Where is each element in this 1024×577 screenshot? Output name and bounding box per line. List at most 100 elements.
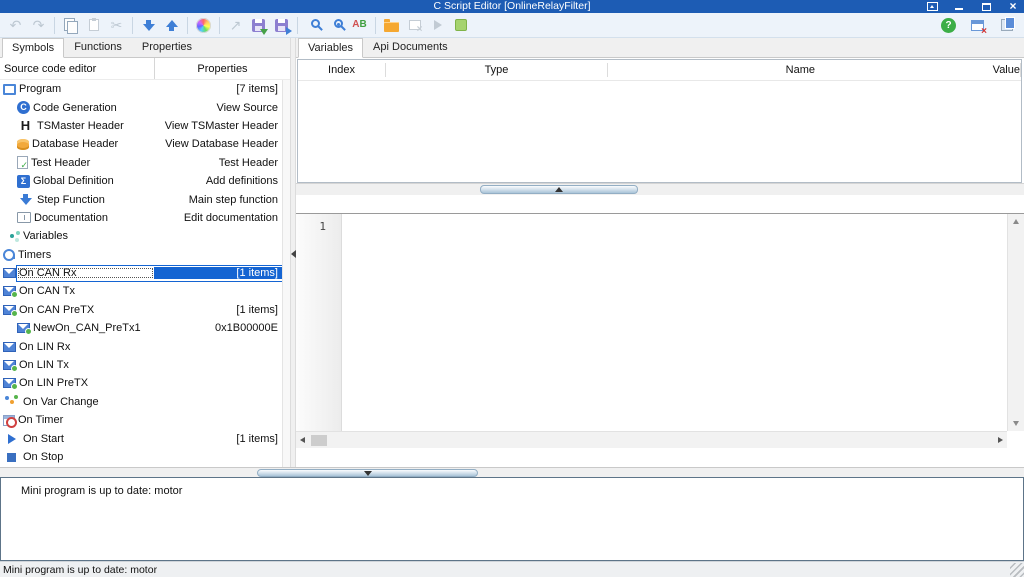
tree-row[interactable]: NewOn_CAN_PreTx1 0x1B00000E xyxy=(0,319,283,337)
tree-item-value[interactable]: View Database Header xyxy=(154,138,282,150)
tree-row[interactable]: Code Generation View Source xyxy=(0,98,283,116)
run-button[interactable] xyxy=(426,15,449,36)
table-column-header[interactable]: Name xyxy=(608,63,993,77)
tree-row[interactable]: On LIN Tx xyxy=(0,356,283,374)
clear-editor-button[interactable] xyxy=(403,15,426,36)
editor-horizontal-scrollbar[interactable] xyxy=(296,431,1007,448)
tree-item-value[interactable]: View TSMaster Header xyxy=(154,120,282,132)
search-view-icon xyxy=(333,19,343,28)
tree-item-value[interactable]: Main step function xyxy=(154,194,282,206)
on-can-rx-icon xyxy=(3,268,16,279)
scrollbar-thumb[interactable] xyxy=(311,434,327,446)
tree-row[interactable]: On LIN PreTX xyxy=(0,374,283,392)
tree-row[interactable]: On Timer xyxy=(0,411,283,429)
message-splitter[interactable] xyxy=(0,467,1024,477)
title-bar: C Script Editor [OnlineRelayFilter] xyxy=(0,0,1024,13)
move-up-button[interactable] xyxy=(160,15,183,36)
tree-item-label: Program xyxy=(19,83,62,96)
table-column-header[interactable]: Type xyxy=(386,63,608,77)
on-can-tx-icon xyxy=(3,286,18,299)
tree-item-value[interactable]: View Source xyxy=(154,102,282,114)
tree-item-label: Code Generation xyxy=(33,101,117,114)
tree-row[interactable]: On Stop xyxy=(0,448,283,466)
message-text: Mini program is up to date: motor xyxy=(21,485,183,497)
help-button[interactable] xyxy=(937,15,960,36)
dock-button[interactable] xyxy=(925,1,939,12)
code-content[interactable] xyxy=(342,214,1024,448)
table-column-header[interactable]: Value xyxy=(993,63,1021,77)
tree-item-value[interactable]: Edit documentation xyxy=(154,212,282,224)
tree-row[interactable]: On CAN Rx [1 items] xyxy=(0,264,283,282)
paste-button[interactable] xyxy=(82,15,105,36)
save-as-button[interactable] xyxy=(270,15,293,36)
resize-grip-icon[interactable] xyxy=(1010,563,1024,577)
tree-row[interactable]: On Start [1 items] xyxy=(0,429,283,447)
run-icon xyxy=(433,20,442,30)
scroll-down-icon[interactable] xyxy=(1013,421,1019,426)
tree-item-value[interactable]: 0x1B00000E xyxy=(154,322,282,334)
left-tab[interactable]: Functions xyxy=(64,38,132,57)
tree-row[interactable]: Global Definition Add definitions xyxy=(0,172,283,190)
code-editor[interactable]: 1 xyxy=(296,213,1024,448)
tree-row[interactable]: Documentation Edit documentation xyxy=(0,209,283,227)
tree-item-value[interactable]: [1 items] xyxy=(154,433,282,445)
tree-row[interactable]: TSMaster Header View TSMaster Header xyxy=(0,117,283,135)
tree-item-label: On LIN Tx xyxy=(19,359,69,372)
close-button[interactable] xyxy=(1006,1,1020,12)
status-bar: Mini program is up to date: motor xyxy=(0,561,1024,577)
tree-item-value[interactable]: [1 items] xyxy=(154,304,282,316)
close-window-button[interactable] xyxy=(966,15,989,37)
tree-row[interactable]: Step Function Main step function xyxy=(0,190,283,208)
move-down-button[interactable] xyxy=(137,15,160,36)
window-layout-button[interactable] xyxy=(995,15,1018,36)
redo-button[interactable]: ↷ xyxy=(27,15,50,36)
tree-row[interactable]: On CAN Tx xyxy=(0,282,283,300)
copy-button[interactable] xyxy=(59,15,82,36)
tree-row[interactable]: On CAN PreTX [1 items] xyxy=(0,301,283,319)
column-properties[interactable]: Properties xyxy=(155,63,290,75)
scroll-right-icon[interactable] xyxy=(998,437,1003,443)
table-column-header[interactable]: Index xyxy=(298,63,386,77)
right-tab[interactable]: Variables xyxy=(298,38,364,58)
tree-item-value[interactable]: [7 items] xyxy=(154,83,282,95)
export-icon: ↗ xyxy=(229,17,242,33)
scroll-left-icon[interactable] xyxy=(300,437,305,443)
splitter-handle[interactable] xyxy=(257,469,478,477)
tree-row[interactable]: Database Header View Database Header xyxy=(0,135,283,153)
find-button[interactable] xyxy=(302,15,325,36)
find-in-view-button[interactable] xyxy=(325,15,348,36)
cut-button[interactable]: ✂ xyxy=(105,15,128,36)
export-button[interactable]: ↗ xyxy=(224,15,247,36)
tree-row[interactable]: Timers xyxy=(0,246,283,264)
editor-vertical-scrollbar[interactable] xyxy=(1007,214,1024,431)
tree-row[interactable]: Variables xyxy=(0,227,283,245)
left-tab[interactable]: Properties xyxy=(132,38,202,57)
save-button[interactable] xyxy=(247,15,270,36)
tree-row[interactable]: On Var Change xyxy=(0,393,283,411)
help-icon xyxy=(941,17,956,33)
variables-table-body[interactable] xyxy=(298,81,1021,182)
open-folder-button[interactable] xyxy=(380,15,403,36)
tree-item-value[interactable]: Add definitions xyxy=(154,175,282,187)
left-tab[interactable]: Symbols xyxy=(2,38,65,58)
tree-item-label: Test Header xyxy=(31,156,91,169)
tree-row[interactable]: Test Header Test Header xyxy=(0,154,283,172)
undo-button[interactable]: ↶ xyxy=(4,15,27,36)
tree-item-value[interactable]: Test Header xyxy=(154,157,282,169)
column-source-code-editor[interactable]: Source code editor xyxy=(0,58,155,79)
table-editor-splitter[interactable] xyxy=(296,183,1024,195)
tree-item-value[interactable]: [1 items] xyxy=(154,267,282,280)
splitter-handle[interactable] xyxy=(480,185,638,194)
tree-row[interactable]: On LIN Rx xyxy=(0,337,283,355)
save-as-icon xyxy=(275,18,292,35)
minimize-button[interactable] xyxy=(952,1,966,12)
find-replace-button[interactable] xyxy=(348,15,371,36)
color-button[interactable] xyxy=(192,15,215,36)
right-tab[interactable]: Api Documents xyxy=(363,38,458,57)
maximize-button[interactable] xyxy=(979,1,993,12)
on-timer-icon xyxy=(3,414,17,428)
tree-row[interactable]: Program [7 items] xyxy=(0,80,283,98)
scroll-up-icon[interactable] xyxy=(1013,219,1019,224)
right-tabbar: Variables Api Documents xyxy=(296,38,1024,58)
editor-top-gap xyxy=(296,195,1024,213)
